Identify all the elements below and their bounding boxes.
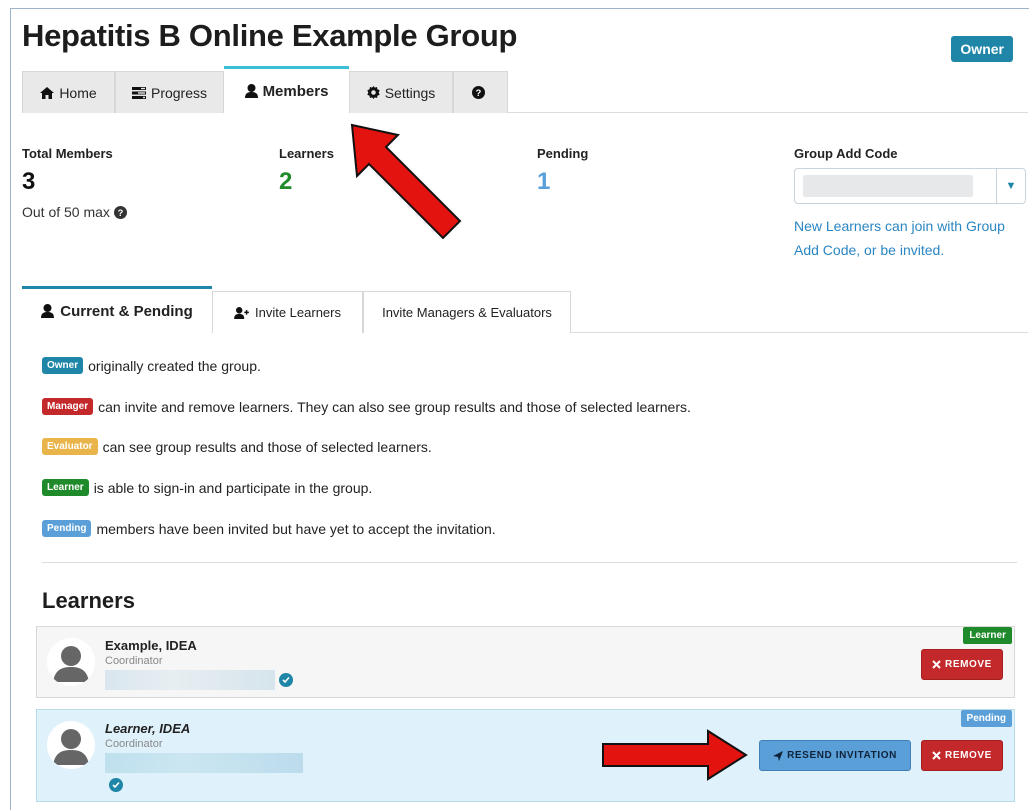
owner-badge: Owner bbox=[951, 36, 1013, 62]
learners-label: Learners bbox=[279, 146, 334, 161]
role-row-owner: Owner originally created the group. bbox=[42, 357, 261, 374]
send-icon bbox=[773, 750, 784, 761]
total-members-value: 3 bbox=[22, 168, 36, 195]
progress-icon bbox=[131, 86, 146, 99]
role-row-learner: Learner is able to sign-in and participa… bbox=[42, 479, 372, 496]
role-row-evaluator: Evaluator can see group results and thos… bbox=[42, 438, 432, 455]
role-row-manager: Manager can invite and remove learners. … bbox=[42, 398, 691, 415]
gear-icon bbox=[367, 86, 380, 99]
subtab-current-pending[interactable]: Current & Pending bbox=[22, 286, 212, 333]
tab-help[interactable]: ? bbox=[453, 71, 508, 113]
learner-name: Learner, IDEA bbox=[105, 721, 191, 736]
section-divider bbox=[42, 562, 1017, 563]
chevron-down-icon[interactable]: ▼ bbox=[996, 169, 1025, 203]
learner-name: Example, IDEA bbox=[105, 638, 197, 653]
learner-role: Coordinator bbox=[105, 655, 163, 667]
total-members-max: Out of 50 max ? bbox=[22, 204, 127, 220]
annotation-arrow-icon bbox=[350, 123, 462, 240]
total-members-label: Total Members bbox=[22, 146, 113, 161]
tab-settings[interactable]: Settings bbox=[349, 71, 453, 113]
verified-check-icon bbox=[109, 778, 123, 792]
add-user-icon bbox=[234, 306, 249, 319]
user-icon bbox=[244, 84, 258, 98]
list-item: Learner, IDEA Coordinator Pending RESEND… bbox=[36, 709, 1015, 802]
learner-email-redacted bbox=[105, 670, 275, 690]
tab-home[interactable]: Home bbox=[22, 71, 115, 113]
help-icon: ? bbox=[471, 86, 485, 99]
page-title: Hepatitis B Online Example Group bbox=[22, 18, 518, 53]
learner-badge: Learner bbox=[42, 479, 89, 496]
remove-button[interactable]: REMOVE bbox=[921, 740, 1003, 771]
resend-invitation-label: RESEND INVITATION bbox=[787, 750, 897, 761]
role-description: can invite and remove learners. They can… bbox=[98, 398, 691, 415]
tab-settings-label: Settings bbox=[384, 84, 436, 101]
pending-value: 1 bbox=[537, 168, 551, 195]
subtab-current-pending-label: Current & Pending bbox=[60, 302, 193, 320]
tab-members[interactable]: Members bbox=[224, 66, 349, 113]
remove-button[interactable]: REMOVE bbox=[921, 649, 1003, 680]
learner-role: Coordinator bbox=[105, 738, 163, 750]
pending-badge: Pending bbox=[42, 520, 92, 537]
role-description: originally created the group. bbox=[88, 357, 261, 374]
remove-button-label: REMOVE bbox=[945, 659, 992, 670]
svg-text:?: ? bbox=[118, 208, 124, 218]
learners-heading: Learners bbox=[42, 588, 135, 613]
tab-home-label: Home bbox=[59, 84, 97, 101]
close-icon bbox=[932, 660, 941, 669]
evaluator-badge: Evaluator bbox=[42, 438, 98, 455]
manager-badge: Manager bbox=[42, 398, 94, 415]
group-add-code-label: Group Add Code bbox=[794, 146, 898, 161]
group-add-code-redacted bbox=[803, 175, 973, 197]
learners-value: 2 bbox=[279, 168, 293, 195]
role-description: can see group results and those of selec… bbox=[102, 438, 432, 455]
pending-status-badge: Pending bbox=[960, 710, 1012, 727]
tab-progress-label: Progress bbox=[150, 84, 208, 101]
group-add-code-hint: New Learners can join with Group Add Cod… bbox=[794, 218, 1005, 258]
learner-status-badge: Learner bbox=[963, 627, 1012, 644]
close-icon bbox=[932, 751, 941, 760]
tab-members-label: Members bbox=[262, 82, 329, 100]
role-description: is able to sign-in and participate in th… bbox=[93, 479, 373, 496]
total-members-max-text: Out of 50 max bbox=[22, 204, 110, 220]
subtab-invite-learners-label: Invite Learners bbox=[255, 305, 341, 320]
role-row-pending: Pending members have been invited but ha… bbox=[42, 520, 496, 537]
subtab-invite-managers[interactable]: Invite Managers & Evaluators bbox=[363, 291, 571, 333]
role-description: members have been invited but have yet t… bbox=[96, 520, 496, 537]
group-add-code-select[interactable]: ▼ bbox=[794, 168, 1026, 204]
verified-check-icon bbox=[279, 673, 293, 687]
remove-button-label: REMOVE bbox=[945, 750, 992, 761]
user-icon bbox=[41, 304, 55, 318]
resend-invitation-button[interactable]: RESEND INVITATION bbox=[759, 740, 911, 771]
help-icon[interactable]: ? bbox=[113, 205, 127, 219]
learner-email-redacted bbox=[105, 753, 303, 773]
owner-badge: Owner bbox=[42, 357, 84, 374]
svg-text:?: ? bbox=[475, 88, 481, 98]
subtab-invite-managers-label: Invite Managers & Evaluators bbox=[382, 305, 552, 320]
pending-label: Pending bbox=[537, 146, 589, 161]
avatar bbox=[47, 638, 95, 686]
home-icon bbox=[40, 86, 55, 99]
avatar bbox=[47, 721, 95, 769]
annotation-arrow-icon bbox=[602, 729, 748, 781]
tab-progress[interactable]: Progress bbox=[115, 71, 224, 113]
list-item: Example, IDEA Coordinator Learner REMOVE bbox=[36, 626, 1015, 698]
subtab-invite-learners[interactable]: Invite Learners bbox=[212, 291, 363, 333]
